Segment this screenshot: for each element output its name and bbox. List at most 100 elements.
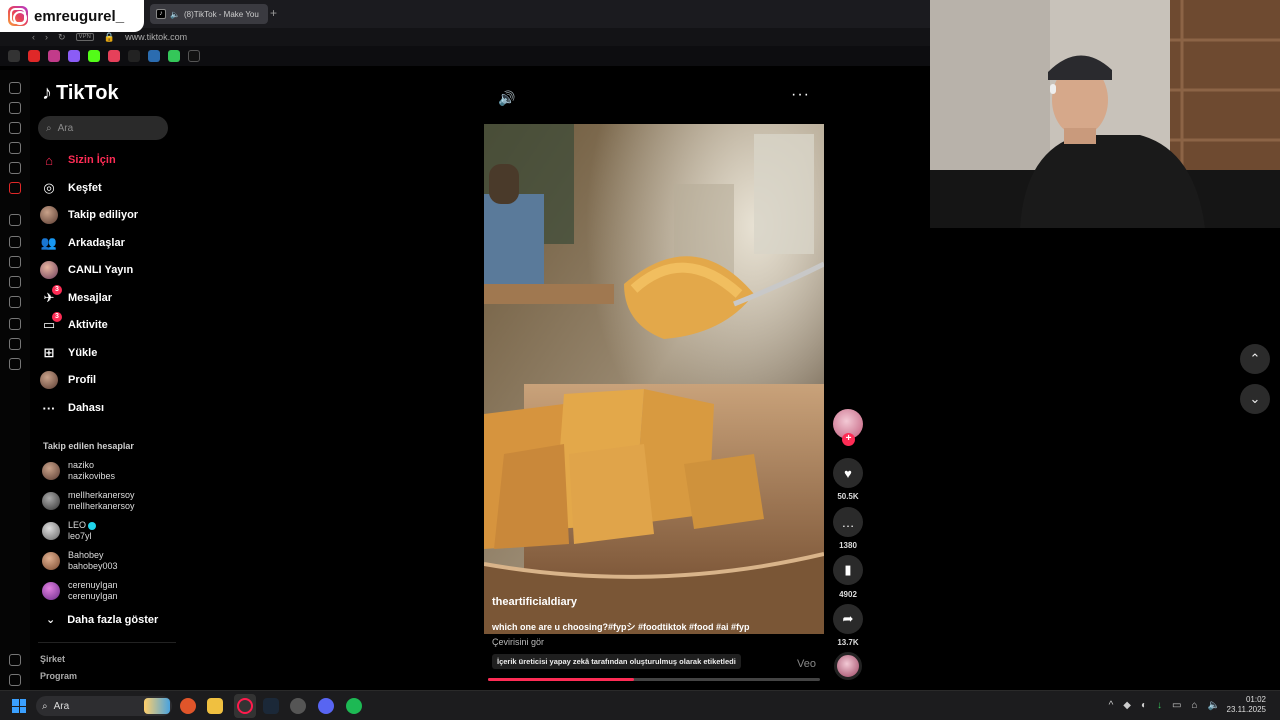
vpn-badge[interactable]: VPN bbox=[75, 33, 94, 41]
translate-link[interactable]: Çevirisini gör bbox=[492, 637, 544, 647]
comment-button[interactable]: … bbox=[833, 507, 863, 537]
heart-icon: ♥ bbox=[844, 465, 852, 481]
nav-following[interactable]: Takip ediliyor bbox=[40, 204, 180, 226]
instagram-bookmark-icon[interactable] bbox=[108, 50, 120, 62]
display-icon[interactable]: ▭ bbox=[1172, 700, 1181, 711]
taskbar-search-placeholder: Ara bbox=[53, 700, 70, 712]
next-video-button[interactable]: ⌄ bbox=[1240, 384, 1270, 414]
start-button[interactable] bbox=[12, 699, 26, 713]
network-icon[interactable]: ⌂ bbox=[1192, 700, 1198, 711]
spotify-icon[interactable] bbox=[9, 214, 21, 226]
activity-badge: 3 bbox=[52, 312, 62, 322]
tiktok-logo[interactable]: ♪ TikTok bbox=[42, 82, 119, 105]
nav-explore[interactable]: ◎ Keşfet bbox=[40, 177, 180, 199]
chatgpt-icon[interactable] bbox=[9, 82, 21, 94]
back-icon[interactable]: ‹ bbox=[32, 32, 35, 42]
following-account[interactable]: LEO leo7yl bbox=[42, 518, 182, 544]
account-handle: nazikovibes bbox=[68, 471, 116, 481]
following-account[interactable]: cerenuyIgan cerenuyIgan bbox=[42, 578, 182, 604]
instagram-icon[interactable] bbox=[9, 102, 21, 114]
app-icon[interactable] bbox=[9, 182, 21, 194]
live-avatar bbox=[40, 261, 58, 279]
download-icon[interactable] bbox=[9, 318, 21, 330]
widget-icon[interactable] bbox=[144, 698, 170, 714]
grid-icon[interactable] bbox=[9, 236, 21, 248]
x-icon[interactable] bbox=[9, 142, 21, 154]
app-tray-icon[interactable]: ◐ bbox=[1141, 700, 1147, 711]
like-button[interactable]: ♥ bbox=[833, 458, 863, 488]
instagram-icon bbox=[8, 6, 28, 26]
clock-time: 01:02 bbox=[1245, 695, 1266, 704]
bookmark-icon[interactable] bbox=[148, 50, 160, 62]
steam-icon[interactable] bbox=[263, 698, 279, 714]
extensions-icon[interactable] bbox=[9, 338, 21, 350]
nav-friends[interactable]: 👥 Arkadaşlar bbox=[40, 232, 180, 254]
nav-more[interactable]: ··· Dahası bbox=[40, 397, 180, 419]
history-icon[interactable] bbox=[9, 296, 21, 308]
download-tray-icon[interactable]: ↓ bbox=[1157, 700, 1162, 711]
app-icon[interactable] bbox=[180, 698, 196, 714]
footer-link-program[interactable]: Program bbox=[40, 671, 77, 681]
video-more-icon[interactable]: ··· bbox=[791, 86, 810, 104]
video-topbar: 🔊 ··· bbox=[484, 76, 824, 124]
file-explorer-icon[interactable] bbox=[207, 698, 223, 714]
spotify-icon[interactable] bbox=[346, 698, 362, 714]
video-frame[interactable] bbox=[484, 124, 824, 634]
gx-icon[interactable] bbox=[9, 654, 21, 666]
follow-plus-icon[interactable]: + bbox=[842, 433, 855, 446]
previous-video-button[interactable]: ⌃ bbox=[1240, 344, 1270, 374]
avatar bbox=[42, 552, 60, 570]
opera-gx-icon[interactable] bbox=[237, 698, 253, 714]
nav-activity[interactable]: ▭ 3 Aktivite bbox=[40, 312, 180, 336]
forward-icon[interactable]: › bbox=[45, 32, 48, 42]
nav-upload[interactable]: ⊞ Yükle bbox=[40, 342, 180, 364]
volume-icon[interactable]: 🔊 bbox=[498, 90, 515, 107]
x-bookmark-icon[interactable] bbox=[128, 50, 140, 62]
steam-tray-icon[interactable]: ◆ bbox=[1123, 700, 1131, 711]
panel-icon[interactable] bbox=[9, 276, 21, 288]
reload-icon[interactable]: ↻ bbox=[58, 32, 66, 43]
share-button[interactable]: ➦ bbox=[833, 604, 863, 634]
bookmark-icon[interactable] bbox=[168, 50, 180, 62]
video-progress-bar[interactable] bbox=[488, 678, 820, 681]
volume-icon[interactable]: 🔈 bbox=[1208, 700, 1220, 711]
bookmark-icon[interactable] bbox=[8, 50, 20, 62]
lock-icon: 🔒 bbox=[103, 31, 116, 42]
more-icon[interactable] bbox=[9, 674, 21, 686]
save-button[interactable]: ▮ bbox=[833, 555, 863, 585]
video-username[interactable]: theartificialdiary bbox=[492, 596, 577, 608]
account-name: melIherkanersoy bbox=[68, 490, 135, 500]
search-input[interactable]: ⌕ Ara bbox=[38, 116, 168, 140]
music-disc[interactable] bbox=[834, 652, 862, 680]
following-avatar bbox=[40, 206, 58, 224]
following-account[interactable]: melIherkanersoy melIherkanersoy bbox=[42, 488, 182, 514]
twitch-bookmark-icon[interactable] bbox=[68, 50, 80, 62]
nav-profile[interactable]: Profil bbox=[40, 369, 180, 391]
nav-messages[interactable]: ✈ 3 Mesajlar bbox=[40, 285, 180, 309]
following-account[interactable]: naziko nazikovibes bbox=[42, 458, 182, 484]
show-more-label: Daha fazla göster bbox=[67, 613, 159, 626]
kick-bookmark-icon[interactable] bbox=[88, 50, 100, 62]
show-more-button[interactable]: ⌄ Daha fazla göster bbox=[46, 613, 159, 627]
following-accounts-title: Takip edilen hesaplar bbox=[43, 441, 134, 451]
discord-icon[interactable] bbox=[9, 162, 21, 174]
tiktok-bookmark-icon[interactable] bbox=[188, 50, 200, 62]
video-player[interactable]: 🔊 ··· theartificialdiary which one are u… bbox=[484, 76, 824, 682]
discord-icon[interactable] bbox=[318, 698, 334, 714]
nav-label: Profil bbox=[68, 374, 97, 386]
footer-link-company[interactable]: Şirket bbox=[40, 654, 65, 664]
tab-tiktok[interactable]: ♪ 🔈 (8)TikTok - Make You bbox=[150, 4, 268, 24]
nav-live[interactable]: CANLI Yayın bbox=[40, 259, 180, 281]
tiktok-icon[interactable] bbox=[9, 122, 21, 134]
taskbar-clock[interactable]: 01:02 23.11.2025 bbox=[1227, 695, 1266, 715]
nav-for-you[interactable]: ⌂ Sizin İçin bbox=[40, 149, 180, 171]
url-field[interactable]: www.tiktok.com bbox=[125, 32, 187, 42]
following-account[interactable]: Bahobey bahobey003 bbox=[42, 548, 182, 574]
app-icon[interactable] bbox=[290, 698, 306, 714]
chevron-up-icon[interactable]: ^ bbox=[1109, 700, 1114, 711]
youtube-bookmark-icon[interactable] bbox=[28, 50, 40, 62]
gmail-bookmark-icon[interactable] bbox=[48, 50, 60, 62]
new-tab-button[interactable]: + bbox=[270, 6, 277, 20]
settings-icon[interactable] bbox=[9, 358, 21, 370]
heart-icon[interactable] bbox=[9, 256, 21, 268]
